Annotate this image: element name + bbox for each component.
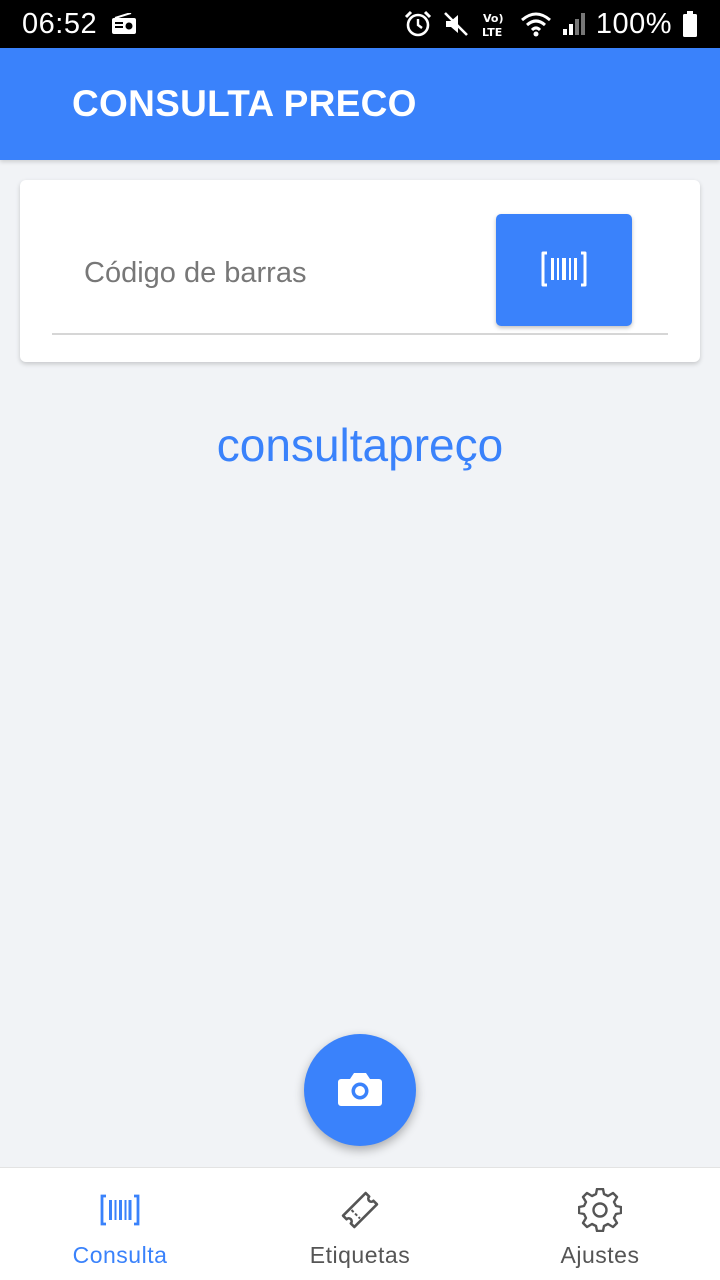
ticket-icon (338, 1188, 382, 1232)
app-bar: CONSULTA PRECO (0, 48, 720, 160)
nav-label-etiquetas: Etiquetas (309, 1242, 411, 1268)
battery-percent: 100% (595, 7, 672, 40)
volte-icon: Vo) LTE (480, 10, 510, 38)
barcode-icon (540, 251, 588, 290)
bottom-navigation: Consulta Etiquetas Ajustes (0, 1167, 720, 1280)
camera-scan-button[interactable] (304, 1034, 416, 1146)
scan-barcode-button[interactable] (496, 214, 632, 326)
wifi-icon (520, 11, 552, 37)
nav-label-ajustes: Ajustes (560, 1242, 640, 1268)
alarm-icon (404, 10, 432, 38)
svg-text:LTE: LTE (482, 26, 502, 38)
barcode-search-card (20, 180, 700, 362)
barcode-input[interactable] (52, 240, 472, 306)
status-time: 06:52 (22, 7, 98, 40)
camera-icon (337, 1071, 383, 1110)
input-underline (52, 333, 668, 335)
status-bar: 06:52 Vo) LTE 100% (0, 0, 720, 48)
nav-item-consulta[interactable]: Consulta (0, 1168, 240, 1280)
battery-icon (682, 11, 698, 37)
signal-icon (562, 12, 586, 36)
brand-logo-text: consultapreço (216, 419, 504, 471)
app-title: CONSULTA PRECO (72, 83, 417, 124)
nav-label-consulta: Consulta (72, 1242, 168, 1268)
svg-text:Vo): Vo) (483, 12, 504, 25)
mute-icon (442, 10, 470, 38)
nav-item-ajustes[interactable]: Ajustes (480, 1168, 720, 1280)
radio-icon (111, 13, 137, 35)
app-screen: 06:52 Vo) LTE 100% CONSULTA PRECO Código… (0, 0, 720, 1280)
barcode-icon (100, 1188, 140, 1232)
gear-icon (578, 1188, 622, 1232)
nav-item-etiquetas[interactable]: Etiquetas (240, 1168, 480, 1280)
